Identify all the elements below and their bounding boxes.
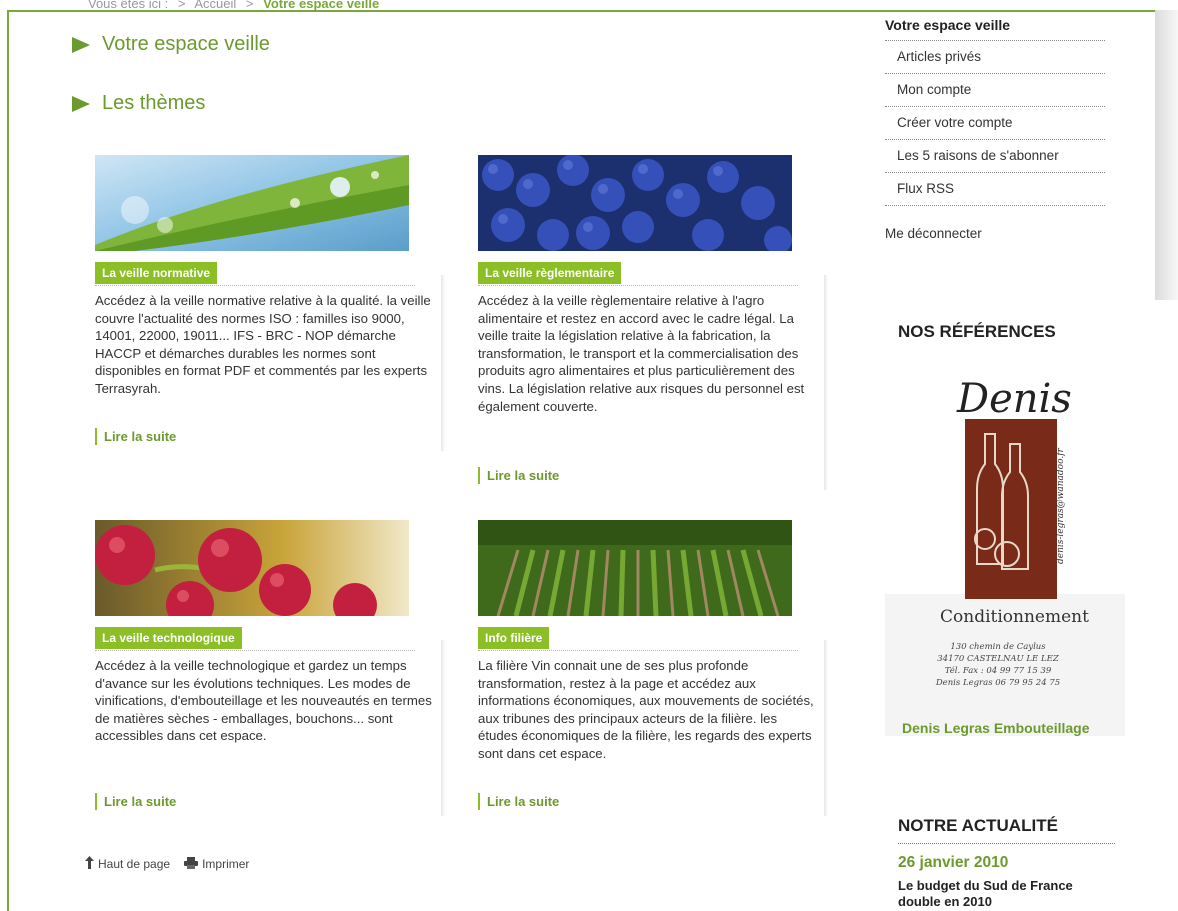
logout-link[interactable]: Me déconnecter — [885, 226, 982, 241]
card-image-red-grapes[interactable] — [95, 520, 409, 616]
printer-icon — [184, 856, 199, 872]
logo-email-text: denis-legras@wanadoo.fr — [1056, 447, 1066, 564]
logo-tag-text: Conditionnement — [940, 607, 1089, 627]
card-title-badge[interactable]: La veille technologique — [95, 627, 242, 649]
logo-address-line: Tél. Fax : 04 99 77 15 39 — [945, 665, 1052, 676]
logo-address-line: 130 chemin de Caylus — [950, 642, 1046, 652]
print-link[interactable]: Imprimer — [202, 857, 249, 871]
page-shadow — [1155, 10, 1178, 300]
card-description: La filière Vin connait une de ses plus p… — [478, 658, 814, 761]
card-shadow — [441, 640, 445, 816]
card-veille-technologique: La veille technologique Accédez à la vei… — [95, 520, 447, 820]
read-more-link[interactable]: Lire la suite — [95, 793, 176, 810]
news-divider — [898, 843, 1115, 844]
news-date: 26 janvier 2010 — [898, 854, 1009, 871]
card-divider — [95, 650, 415, 651]
card-veille-reglementaire: La veille règlementaire Accédez à la vei… — [478, 155, 830, 495]
breadcrumb: Vous êtes ici : > Accueil > Votre espace… — [88, 0, 379, 10]
section-title-label: Les thèmes — [102, 92, 206, 114]
arrow-right-icon — [72, 36, 90, 53]
breadcrumb-prefix: Vous êtes ici : — [88, 0, 169, 10]
reference-caption-link[interactable]: Denis Legras Embouteillage — [902, 720, 1090, 736]
logo-name-text: Denis — [956, 376, 1072, 422]
breadcrumb-current: Votre espace veille — [263, 0, 380, 10]
content-frame-left — [7, 10, 9, 911]
card-description: Accédez à la veille normative relative à… — [95, 293, 431, 396]
card-title-badge[interactable]: Info filière — [478, 627, 550, 649]
reference-logo[interactable]: Denis denis-legras@wanadoo.fr Conditionn… — [885, 364, 1125, 736]
card-image-grapes[interactable] — [478, 155, 792, 251]
sidebar-item-articles-prives[interactable]: Articles privés — [885, 41, 1105, 74]
sidebar-item-mon-compte[interactable]: Mon compte — [885, 74, 1105, 107]
references-heading: NOS RÉFÉRENCES — [898, 322, 1056, 341]
card-shadow — [441, 275, 445, 451]
card-veille-normative: La veille normative Accédez à la veille … — [95, 155, 447, 455]
card-title-badge[interactable]: La veille normative — [95, 262, 218, 284]
card-image-dew-leaf[interactable] — [95, 155, 409, 251]
breadcrumb-separator: > — [177, 0, 186, 10]
breadcrumb-home-link[interactable]: Accueil — [194, 0, 236, 10]
breadcrumb-separator: > — [245, 0, 254, 10]
section-title-themes: Les thèmes — [72, 92, 205, 115]
back-to-top-link[interactable]: Haut de page — [98, 857, 170, 871]
read-more-link[interactable]: Lire la suite — [95, 428, 176, 445]
card-description: Accédez à la veille règlementaire relati… — [478, 293, 805, 414]
sidebar-menu: Votre espace veille Articles privés Mon … — [885, 12, 1105, 206]
section-title-label: Votre espace veille — [102, 33, 270, 55]
card-divider — [478, 285, 798, 286]
sidebar-item-flux-rss[interactable]: Flux RSS — [885, 173, 1105, 206]
sidebar-heading: Votre espace veille — [885, 12, 1105, 41]
card-title-badge[interactable]: La veille règlementaire — [478, 262, 622, 284]
card-info-filiere: Info filière La filière Vin connait une … — [478, 520, 830, 820]
arrow-up-icon — [85, 856, 94, 872]
card-description: Accédez à la veille technologique et gar… — [95, 658, 432, 744]
logo-address-line: Denis Legras 06 79 95 24 75 — [935, 678, 1060, 688]
card-shadow — [824, 640, 828, 816]
footer-links: Haut de page Imprimer — [85, 856, 249, 872]
logo-address-line: 34170 CASTELNAU LE LEZ — [937, 654, 1060, 664]
sidebar-item-creer-compte[interactable]: Créer votre compte — [885, 107, 1105, 140]
card-divider — [95, 285, 415, 286]
read-more-link[interactable]: Lire la suite — [478, 793, 559, 810]
read-more-link[interactable]: Lire la suite — [478, 467, 559, 484]
news-headline-link[interactable]: Le budget du Sud de France double en 201… — [898, 878, 1098, 910]
card-shadow — [824, 275, 828, 490]
news-heading: NOTRE ACTUALITÉ — [898, 816, 1058, 835]
sidebar-item-raisons[interactable]: Les 5 raisons de s'abonner — [885, 140, 1105, 173]
section-title-espace-veille: Votre espace veille — [72, 33, 270, 56]
arrow-right-icon — [72, 95, 90, 112]
card-image-vineyard[interactable] — [478, 520, 792, 616]
card-divider — [478, 650, 798, 651]
denis-logo-image: Denis denis-legras@wanadoo.fr Conditionn… — [885, 364, 1125, 736]
